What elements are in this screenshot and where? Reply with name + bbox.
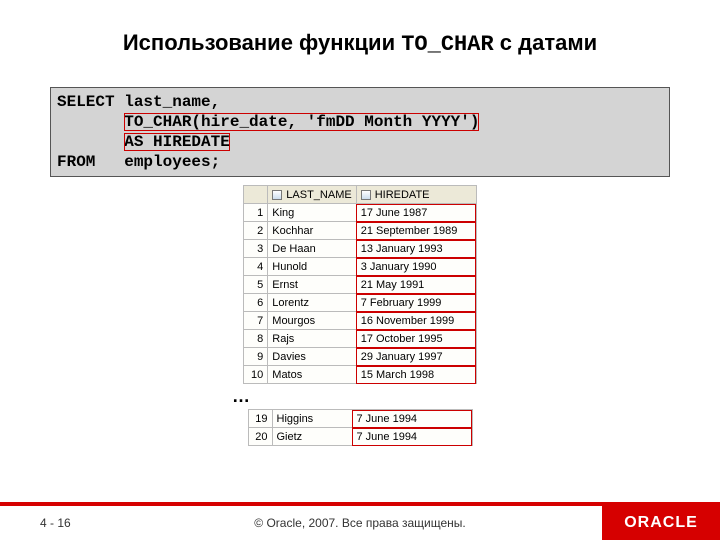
- results-table-1: LAST_NAME HIREDATE 1King17 June 19872Koc…: [243, 185, 476, 384]
- cell-lastname: Hunold: [268, 258, 356, 276]
- cell-lastname: Matos: [268, 366, 356, 384]
- row-index: 19: [248, 410, 272, 428]
- title-suffix: с датами: [494, 30, 597, 55]
- cell-lastname: Lorentz: [268, 294, 356, 312]
- row-index: 10: [244, 366, 268, 384]
- sql-line-1: SELECT last_name,: [57, 92, 663, 112]
- cell-lastname: King: [268, 204, 356, 222]
- slide-title: Использование функции TO_CHAR с датами: [0, 0, 720, 67]
- cell-lastname: Davies: [268, 348, 356, 366]
- cell-lastname: Gietz: [272, 428, 352, 446]
- table-row: 19Higgins7 June 1994: [248, 410, 472, 428]
- row-index: 4: [244, 258, 268, 276]
- table-row: 1King17 June 1987: [244, 204, 476, 222]
- cell-hiredate: 15 March 1998: [356, 366, 476, 384]
- table-row: 4Hunold3 January 1990: [244, 258, 476, 276]
- table-row: 3De Haan13 January 1993: [244, 240, 476, 258]
- col-header-index: [244, 186, 268, 204]
- col-header-lastname: LAST_NAME: [268, 186, 356, 204]
- sql-highlight-alias: AS HIREDATE: [124, 133, 230, 151]
- row-index: 6: [244, 294, 268, 312]
- col-header-hiredate: HIREDATE: [356, 186, 476, 204]
- table-row: 5Ernst21 May 1991: [244, 276, 476, 294]
- table-row: 9Davies29 January 1997: [244, 348, 476, 366]
- cell-hiredate: 7 June 1994: [352, 410, 472, 428]
- cell-hiredate: 21 May 1991: [356, 276, 476, 294]
- sql-code-block: SELECT last_name, TO_CHAR(hire_date, 'fm…: [50, 87, 670, 177]
- results-table-2: 19Higgins7 June 199420Gietz7 June 1994: [248, 409, 473, 446]
- cell-hiredate: 7 June 1994: [352, 428, 472, 446]
- row-index: 1: [244, 204, 268, 222]
- table-row: 10Matos15 March 1998: [244, 366, 476, 384]
- table-row: 8Rajs17 October 1995: [244, 330, 476, 348]
- table-row: 6Lorentz7 February 1999: [244, 294, 476, 312]
- title-code: TO_CHAR: [401, 32, 493, 57]
- row-index: 7: [244, 312, 268, 330]
- table-row: 7Mourgos16 November 1999: [244, 312, 476, 330]
- column-icon: [361, 190, 371, 200]
- sql-highlight-tochar: TO_CHAR(hire_date, 'fmDD Month YYYY'): [124, 113, 479, 131]
- cell-hiredate: 7 February 1999: [356, 294, 476, 312]
- cell-hiredate: 29 January 1997: [356, 348, 476, 366]
- sql-line-4: FROM employees;: [57, 152, 663, 172]
- cell-hiredate: 13 January 1993: [356, 240, 476, 258]
- row-index: 9: [244, 348, 268, 366]
- cell-lastname: De Haan: [268, 240, 356, 258]
- column-icon: [272, 190, 282, 200]
- oracle-logo: ORACLE: [602, 506, 720, 540]
- row-index: 5: [244, 276, 268, 294]
- copyright: © Oracle, 2007. Все права защищены.: [254, 516, 465, 530]
- cell-lastname: Mourgos: [268, 312, 356, 330]
- row-index: 8: [244, 330, 268, 348]
- table-row: 2Kochhar21 September 1989: [244, 222, 476, 240]
- cell-hiredate: 21 September 1989: [356, 222, 476, 240]
- cell-lastname: Higgins: [272, 410, 352, 428]
- ellipsis: …: [232, 386, 250, 407]
- page-number: 4 - 16: [40, 516, 71, 530]
- cell-hiredate: 16 November 1999: [356, 312, 476, 330]
- row-index: 3: [244, 240, 268, 258]
- cell-hiredate: 3 January 1990: [356, 258, 476, 276]
- title-prefix: Использование функции: [123, 30, 401, 55]
- cell-lastname: Ernst: [268, 276, 356, 294]
- cell-lastname: Kochhar: [268, 222, 356, 240]
- cell-hiredate: 17 June 1987: [356, 204, 476, 222]
- table-row: 20Gietz7 June 1994: [248, 428, 472, 446]
- cell-hiredate: 17 October 1995: [356, 330, 476, 348]
- cell-lastname: Rajs: [268, 330, 356, 348]
- row-index: 2: [244, 222, 268, 240]
- row-index: 20: [248, 428, 272, 446]
- footer: 4 - 16 © Oracle, 2007. Все права защищен…: [0, 506, 720, 540]
